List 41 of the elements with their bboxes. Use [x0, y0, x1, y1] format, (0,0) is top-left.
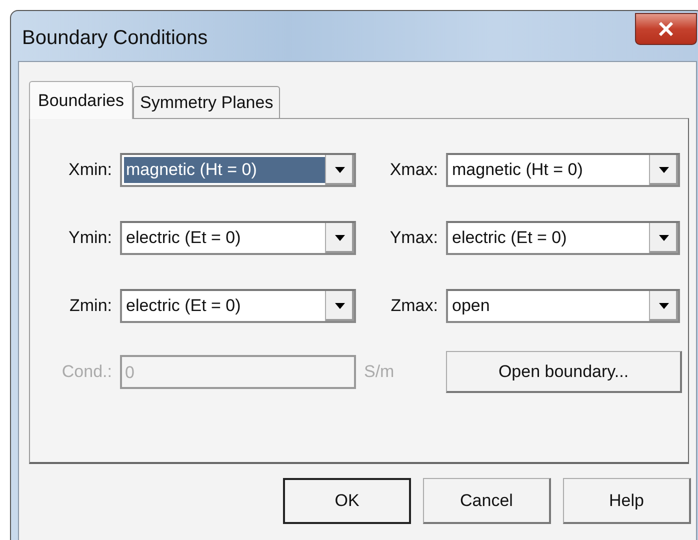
- dropdown-value: electric (Et = 0): [125, 227, 242, 249]
- dropdown-arrow-button[interactable]: [649, 291, 678, 321]
- dropdown[interactable]: open: [446, 289, 680, 323]
- dialog-button[interactable]: Cancel: [423, 478, 551, 524]
- dropdown[interactable]: magnetic (Ht = 0): [446, 153, 680, 187]
- field-label: Xmax:: [388, 160, 438, 180]
- dropdown-value: magnetic (Ht = 0): [124, 157, 325, 183]
- field-label: Ymin:: [68, 228, 112, 248]
- caret-icon: [335, 167, 345, 173]
- field-label: Cond.:: [60, 362, 112, 382]
- window-title: Boundary Conditions: [22, 27, 208, 50]
- dialog-button[interactable]: Help: [563, 478, 691, 524]
- caret-icon: [335, 303, 345, 309]
- dropdown-arrow-button[interactable]: [325, 223, 354, 253]
- dropdown[interactable]: electric (Et = 0): [446, 221, 680, 255]
- unit-label: S/m: [364, 362, 396, 382]
- dropdown[interactable]: magnetic (Ht = 0): [120, 153, 356, 187]
- dropdown-arrow-button[interactable]: [325, 155, 354, 185]
- caret-icon: [659, 167, 669, 173]
- caret-icon: [659, 235, 669, 241]
- dropdown-value: open: [451, 295, 491, 317]
- close-button[interactable]: [635, 13, 697, 45]
- caret-icon: [659, 303, 669, 309]
- tab[interactable]: Boundaries: [29, 81, 134, 119]
- dropdown-value: magnetic (Ht = 0): [451, 159, 584, 181]
- dialog-button[interactable]: OK: [283, 478, 411, 524]
- dropdown[interactable]: electric (Et = 0): [120, 221, 356, 255]
- caret-icon: [335, 235, 345, 241]
- dropdown[interactable]: electric (Et = 0): [120, 289, 356, 323]
- dropdown-arrow-button[interactable]: [325, 291, 354, 321]
- close-icon: [658, 22, 674, 36]
- dropdown-arrow-button[interactable]: [649, 223, 678, 253]
- dropdown-value: electric (Et = 0): [451, 227, 568, 249]
- dropdown-value: electric (Et = 0): [125, 295, 242, 317]
- field-label: Ymax:: [388, 228, 438, 248]
- open-boundary-button[interactable]: Open boundary...: [446, 351, 682, 393]
- dropdown-arrow-button[interactable]: [649, 155, 678, 185]
- tab[interactable]: Symmetry Planes: [133, 86, 280, 118]
- field-label: Xmin:: [68, 160, 112, 180]
- field-label: Zmin:: [68, 296, 112, 316]
- field-label: Zmax:: [390, 296, 438, 316]
